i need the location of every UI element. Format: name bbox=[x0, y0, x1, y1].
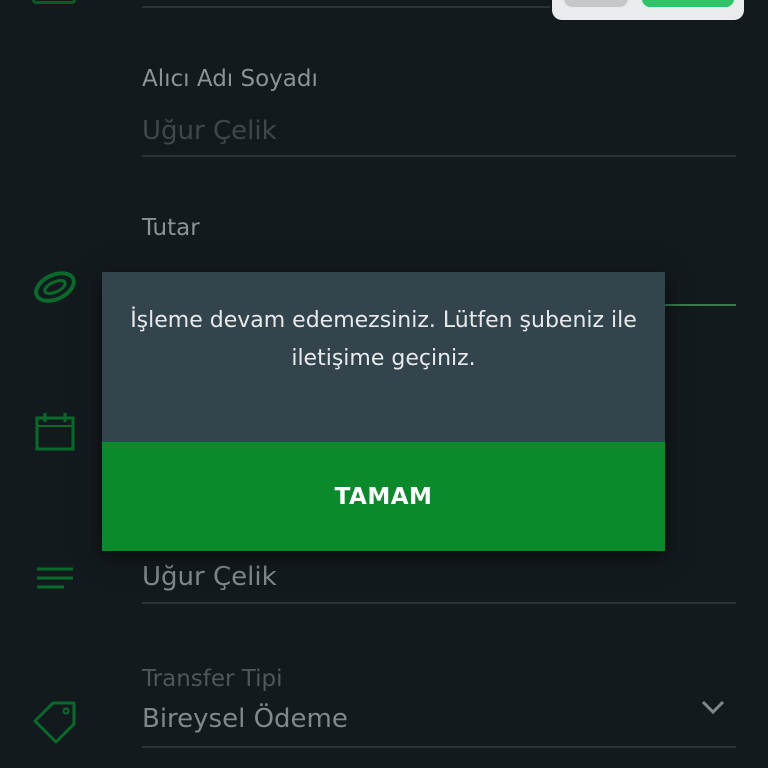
transfer-form-screen: Alıcı Adı Soyadı Uğur Çelik Tutar Uğur Ç… bbox=[0, 0, 768, 768]
coin-icon bbox=[30, 262, 80, 312]
partial-card-icon bbox=[32, 0, 76, 4]
recipient-label: Alıcı Adı Soyadı bbox=[142, 66, 318, 92]
calendar-icon bbox=[30, 408, 80, 458]
dialog-body: İşleme devam edemezsiniz. Lütfen şubeniz… bbox=[102, 272, 665, 442]
partial-popup bbox=[552, 0, 744, 20]
dialog-message: İşleme devam edemezsiniz. Lütfen şubeniz… bbox=[130, 308, 637, 371]
transfer-type-underline bbox=[142, 746, 736, 748]
amount-label: Tutar bbox=[142, 215, 200, 241]
transfer-type-label: Transfer Tipi bbox=[142, 666, 283, 692]
chevron-down-icon[interactable] bbox=[698, 692, 728, 722]
description-input[interactable]: Uğur Çelik bbox=[142, 562, 277, 592]
popup-primary-button[interactable] bbox=[642, 0, 734, 7]
alert-dialog: İşleme devam edemezsiniz. Lütfen şubeniz… bbox=[102, 272, 665, 551]
tag-icon bbox=[30, 694, 80, 744]
field-divider bbox=[142, 6, 550, 8]
popup-secondary-button[interactable] bbox=[564, 0, 628, 7]
recipient-underline bbox=[142, 155, 736, 157]
description-underline bbox=[142, 602, 736, 604]
lines-icon bbox=[30, 554, 80, 604]
transfer-type-select[interactable]: Bireysel Ödeme bbox=[142, 704, 348, 734]
recipient-input[interactable]: Uğur Çelik bbox=[142, 116, 277, 146]
ok-button[interactable]: TAMAM bbox=[102, 442, 665, 551]
